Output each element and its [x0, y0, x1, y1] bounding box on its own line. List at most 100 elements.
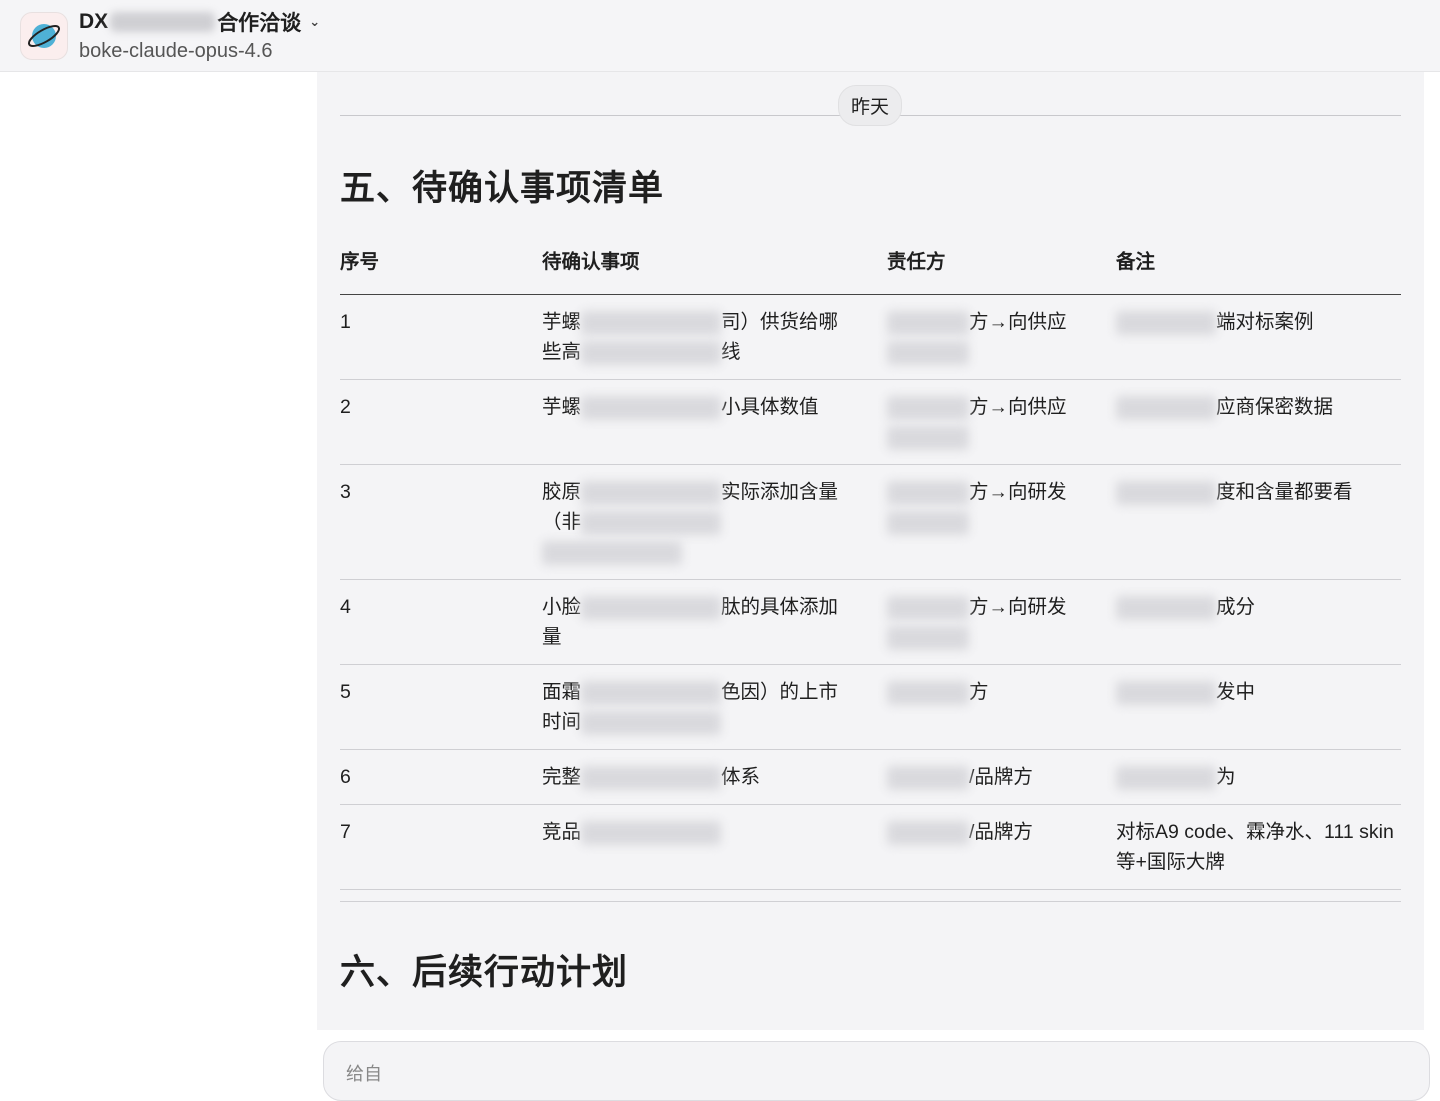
redacted-text	[581, 340, 722, 365]
redacted-text	[887, 425, 969, 450]
message-area: 昨天 五、待确认事项清单 序号 待确认事项 责任方 备注 1 芋螺 司）供货给哪些高…	[317, 72, 1424, 1030]
section-heading: 六、后续行动计划	[340, 953, 629, 992]
table-row: 6 完整 体系/品牌方 为	[340, 750, 1401, 805]
redacted-text	[887, 625, 969, 650]
cell-item: 胶原 实际添加含量（非	[542, 465, 887, 579]
cell-owner: 方→向研发	[887, 580, 1116, 664]
cell-owner: /品牌方	[887, 805, 1116, 889]
redacted-text	[581, 710, 722, 735]
cell-text: 发中	[1216, 681, 1256, 703]
cell-number: 6	[340, 766, 351, 788]
cell-text: 为	[1216, 766, 1236, 788]
cell-text: 应商保密数据	[1216, 396, 1334, 418]
cell-number: 3	[340, 481, 351, 503]
redacted-text	[581, 680, 722, 705]
column-header: 备注	[1116, 251, 1156, 273]
redacted-text	[581, 480, 722, 505]
redacted-text	[1116, 310, 1216, 335]
redacted-text	[581, 820, 722, 845]
table-row: 2 芋螺 小具体数值 方→向供应 应商保密数据	[340, 380, 1401, 465]
redacted-text	[1116, 395, 1216, 420]
input-placeholder: 给自	[346, 1064, 382, 1084]
redacted-text	[887, 820, 969, 845]
cell-item: 完整 体系	[542, 750, 887, 804]
column-header: 待确认事项	[542, 251, 640, 273]
cell-note: 成分	[1116, 580, 1401, 664]
cell-owner: 方	[887, 665, 1116, 749]
redacted-text	[581, 595, 722, 620]
cell-owner: 方→向研发	[887, 465, 1116, 579]
cell-text: 方→向研发	[969, 596, 1067, 618]
redacted-text	[581, 765, 722, 790]
cell-text: 芋螺	[542, 311, 582, 333]
redacted-text	[887, 595, 969, 620]
column-header: 责任方	[887, 251, 946, 273]
cell-note: 发中	[1116, 665, 1401, 749]
redacted-text	[1116, 765, 1216, 790]
cell-text: /品牌方	[969, 766, 1033, 788]
cell-note: 端对标案例	[1116, 295, 1401, 379]
cell-item: 芋螺 司）供货给哪些高线	[542, 295, 887, 379]
cell-text: 芋螺	[542, 396, 582, 418]
cell-owner: 方→向供应	[887, 295, 1116, 379]
redacted-text	[887, 310, 969, 335]
message-input[interactable]: 给自	[323, 1041, 1430, 1101]
redacted-text	[110, 12, 216, 32]
redacted-text	[1116, 480, 1216, 505]
redacted-text	[887, 395, 969, 420]
redacted-text	[887, 480, 969, 505]
cell-text: 完整	[542, 766, 582, 788]
table-row: 1 芋螺 司）供货给哪些高线 方→向供应 端对标案例	[340, 295, 1401, 380]
cell-text: 成分	[1216, 596, 1256, 618]
cell-item: 竞品	[542, 805, 887, 889]
redacted-text	[581, 395, 722, 420]
redacted-text	[542, 540, 682, 565]
cell-text: 小具体数值	[721, 396, 819, 418]
table-row: 4 小脸 肽的具体添加量 方→向研发 成分	[340, 580, 1401, 665]
planet-icon	[27, 24, 61, 48]
cell-text: 体系	[721, 766, 761, 788]
cell-number: 5	[340, 681, 351, 703]
cell-owner: /品牌方	[887, 750, 1116, 804]
app-logo	[20, 12, 68, 60]
cell-text: 胶原	[542, 481, 582, 503]
table-header: 序号 待确认事项 责任方 备注	[340, 237, 1401, 295]
divider	[340, 901, 1401, 902]
chat-header: DX 合作洽谈 ⌄ boke-claude-opus-4.6	[0, 0, 1440, 72]
cell-text: /品牌方	[969, 821, 1033, 843]
cell-owner: 方→向供应	[887, 380, 1116, 464]
cell-text: 度和含量都要看	[1216, 481, 1353, 503]
cell-text: 端对标案例	[1216, 311, 1314, 333]
column-header: 序号	[340, 251, 380, 273]
cell-number: 4	[340, 596, 351, 618]
cell-text: 面霜	[542, 681, 582, 703]
chevron-down-icon[interactable]: ⌄	[309, 14, 320, 30]
redacted-text	[887, 765, 969, 790]
cell-note: 为	[1116, 750, 1401, 804]
cell-number: 1	[340, 311, 351, 333]
pending-items-table: 序号 待确认事项 责任方 备注 1 芋螺 司）供货给哪些高线方→向供应 端对标案例 2 芋…	[340, 237, 1401, 890]
redacted-text	[1116, 680, 1216, 705]
cell-note: 对标A9 code、霖净水、111 skin等+国际大牌	[1116, 805, 1401, 889]
table-row: 5 面霜 色因）的上市时间 方 发中	[340, 665, 1401, 750]
cell-text: 方	[969, 681, 989, 703]
redacted-text	[887, 510, 969, 535]
table-row: 3 胶原 实际添加含量（非 方→向研发 度和含量都要看	[340, 465, 1401, 580]
cell-text: 方→向供应	[969, 311, 1067, 333]
redacted-text	[887, 340, 969, 365]
cell-text: 线	[721, 341, 741, 363]
redacted-text	[581, 310, 722, 335]
cell-number: 2	[340, 396, 351, 418]
cell-text: 方→向供应	[969, 396, 1067, 418]
cell-item: 面霜 色因）的上市时间	[542, 665, 887, 749]
cell-text: 小脸	[542, 596, 582, 618]
cell-note: 度和含量都要看	[1116, 465, 1401, 579]
cell-number: 7	[340, 821, 351, 843]
redacted-text	[581, 510, 722, 535]
title-prefix: DX	[79, 10, 109, 33]
conversation-title[interactable]: DX 合作洽谈 ⌄	[79, 7, 320, 37]
table-row: 7 竞品/品牌方 对标A9 code、霖净水、111 skin等+国际大牌	[340, 805, 1401, 890]
redacted-text	[1116, 595, 1216, 620]
title-suffix: 合作洽谈	[217, 12, 302, 35]
redacted-text	[887, 680, 969, 705]
